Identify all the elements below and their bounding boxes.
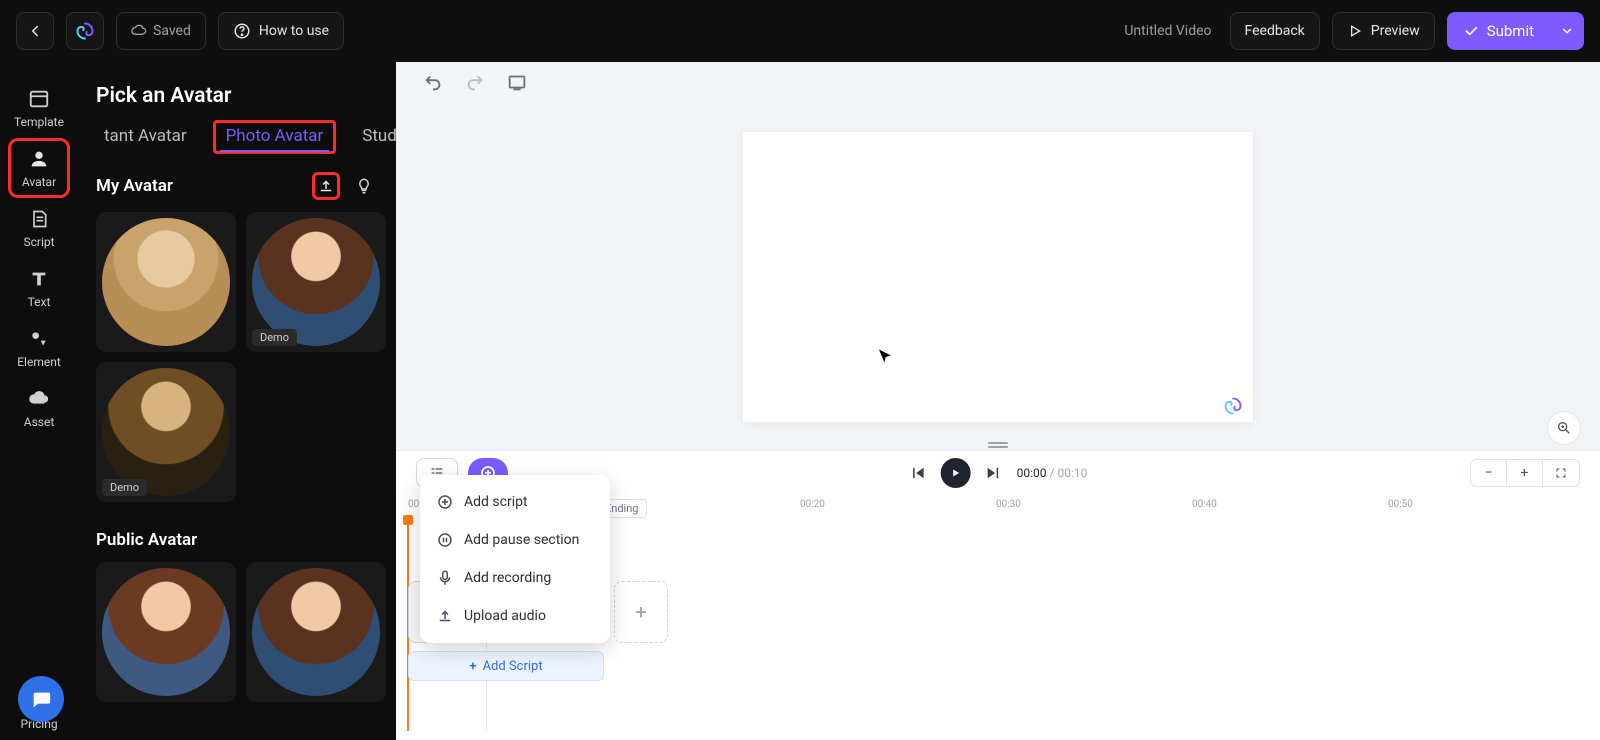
preview-button[interactable]: Preview (1332, 12, 1435, 50)
pause-circle-icon (436, 531, 454, 549)
saved-label: Saved (153, 23, 191, 39)
skip-forward-button[interactable] (985, 464, 1003, 482)
canvas[interactable] (743, 132, 1253, 422)
tab-photo-avatar[interactable]: Photo Avatar (213, 120, 337, 154)
upload-icon (317, 177, 335, 195)
chevron-down-icon (1560, 24, 1574, 38)
plus-circle-icon (436, 493, 454, 511)
redo-button[interactable] (464, 71, 486, 93)
time-display: 00:00 / 00:10 (1017, 466, 1088, 480)
undo-button[interactable] (422, 71, 444, 93)
microphone-icon (436, 569, 454, 587)
nav-element[interactable]: Element (8, 318, 70, 378)
chat-fab[interactable] (18, 676, 64, 722)
script-icon (27, 207, 51, 231)
panel-title: Pick an Avatar (96, 84, 396, 108)
play-icon (950, 467, 962, 479)
public-avatar-1[interactable] (96, 562, 236, 702)
text-icon (27, 267, 51, 291)
cloud-check-icon (131, 23, 147, 39)
video-title[interactable]: Untitled Video (1124, 23, 1217, 39)
nav-avatar[interactable]: Avatar (8, 138, 70, 198)
demo-badge: Demo (102, 479, 147, 496)
play-outline-icon (1347, 23, 1363, 39)
zoom-fit-button[interactable] (1543, 460, 1579, 486)
feedback-button[interactable]: Feedback (1230, 12, 1320, 50)
lightbulb-icon (355, 177, 373, 195)
aspect-ratio-button[interactable] (506, 71, 528, 93)
add-scene-button[interactable]: + (614, 581, 668, 643)
ctx-add-script[interactable]: Add script (420, 483, 610, 521)
add-context-menu: Add script Add pause section Add recordi… (420, 475, 610, 643)
chat-icon (30, 688, 52, 710)
tab-studio-avatar[interactable]: Studio Avat (354, 120, 396, 154)
nav-template[interactable]: Template (8, 78, 70, 138)
play-button[interactable] (941, 458, 971, 488)
magnify-icon (1556, 420, 1572, 436)
nav-script[interactable]: Script (8, 198, 70, 258)
public-avatar-heading: Public Avatar (96, 530, 378, 550)
element-icon (27, 327, 51, 351)
idea-avatar-button[interactable] (350, 172, 378, 200)
avatar-image (102, 568, 230, 696)
public-avatar-2[interactable] (246, 562, 386, 702)
upload-avatar-button[interactable] (312, 172, 340, 200)
help-circle-icon (233, 22, 251, 40)
avatar-image (252, 568, 380, 696)
avatar-image (102, 218, 230, 346)
logo-icon (75, 21, 95, 41)
nav-asset[interactable]: Asset (8, 378, 70, 438)
my-avatar-1[interactable] (96, 212, 236, 352)
demo-badge: Demo (252, 329, 297, 346)
zoom-canvas-button[interactable] (1548, 412, 1580, 444)
submit-button[interactable]: Submit (1447, 12, 1550, 50)
saved-indicator: Saved (116, 12, 206, 50)
avatar-icon (27, 147, 51, 171)
submit-dropdown-button[interactable] (1550, 12, 1584, 50)
my-avatar-3[interactable]: Demo (96, 362, 236, 502)
my-avatar-2[interactable]: Demo (246, 212, 386, 352)
ctx-add-pause[interactable]: Add pause section (420, 521, 610, 559)
skip-back-button[interactable] (909, 464, 927, 482)
how-to-use-label: How to use (259, 23, 329, 39)
cloud-icon (27, 387, 51, 411)
upload-icon (436, 607, 454, 625)
maximize-icon (1555, 467, 1567, 479)
back-button[interactable] (16, 12, 54, 50)
zoom-out-button[interactable]: − (1471, 460, 1507, 486)
ctx-upload-audio[interactable]: Upload audio (420, 597, 610, 635)
arrow-left-icon (26, 22, 44, 40)
logo-button[interactable] (66, 12, 104, 50)
add-script-bar[interactable]: + Add Script (408, 651, 604, 681)
nav-text[interactable]: Text (8, 258, 70, 318)
avatar-image (252, 218, 380, 346)
check-icon (1463, 23, 1479, 39)
template-icon (27, 87, 51, 111)
zoom-in-button[interactable]: + (1507, 460, 1543, 486)
tab-instant-avatar[interactable]: tant Avatar (96, 120, 195, 154)
ctx-add-recording[interactable]: Add recording (420, 559, 610, 597)
my-avatar-heading: My Avatar (96, 176, 302, 196)
avatar-image (102, 368, 230, 496)
canvas-watermark-icon (1223, 396, 1243, 416)
cursor-icon (876, 348, 894, 366)
resize-handle-icon[interactable] (987, 440, 1009, 450)
how-to-use-button[interactable]: How to use (218, 12, 344, 50)
